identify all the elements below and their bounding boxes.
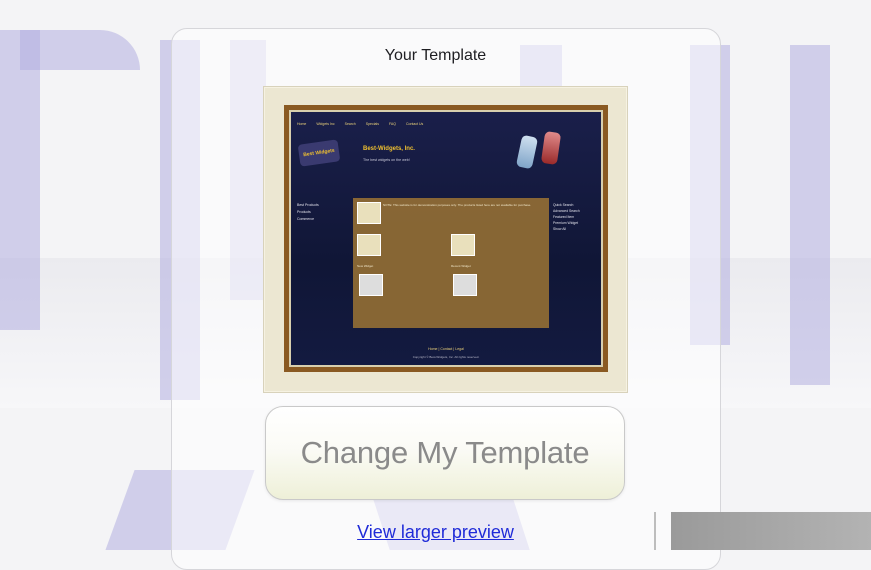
preview-product-label: New Widget xyxy=(357,264,374,268)
watermark-stroke xyxy=(790,45,830,385)
panel-title: Your Template xyxy=(384,47,487,64)
preview-left-link: Best Products xyxy=(297,203,319,207)
preview-left-link: Commerce xyxy=(297,217,315,221)
preview-thumbnail xyxy=(359,274,383,296)
divider xyxy=(654,512,656,550)
preview-nav-item: Search xyxy=(344,122,356,126)
preview-left-column: Best Products Products Commerce xyxy=(297,202,319,223)
template-preview: Home Widgets Inc Search Specials FAQ Con… xyxy=(284,105,608,372)
preview-product-label: Recent Widget xyxy=(451,264,471,268)
preview-nav-item: Specials xyxy=(365,122,379,126)
preview-thumbnail xyxy=(357,234,381,256)
preview-notice: NOTE: This website is for demonstration … xyxy=(383,203,532,207)
phone-image xyxy=(540,131,562,165)
change-template-button[interactable]: Change My Template xyxy=(265,406,625,500)
preview-thumbnail xyxy=(451,234,475,256)
preview-site: Home Widgets Inc Search Specials FAQ Con… xyxy=(289,110,603,367)
change-template-label: Change My Template xyxy=(300,435,590,470)
preview-site-subtitle: The best widgets on the web! xyxy=(363,158,410,162)
preview-thumbnail xyxy=(357,202,381,224)
preview-footer-links: Home | Contact | Legal xyxy=(428,347,464,351)
preview-copyright: Copyright © Best-Widgets, Inc. All right… xyxy=(412,355,480,359)
preview-logo: Best Widgets xyxy=(297,139,341,167)
preview-site-title: Best-Widgets, Inc. xyxy=(363,146,415,152)
preview-nav-item: Contact Us xyxy=(405,122,424,126)
preview-nav-item: Widgets Inc xyxy=(316,122,335,126)
grey-panel xyxy=(671,512,871,550)
preview-nav: Home Widgets Inc Search Specials FAQ Con… xyxy=(297,122,423,126)
preview-nav-item: FAQ xyxy=(388,122,396,126)
watermark-stroke xyxy=(0,30,40,330)
preview-right-item: Show All xyxy=(553,227,567,231)
preview-left-link: Products xyxy=(297,210,311,214)
preview-nav-item: Home xyxy=(297,122,307,126)
view-larger-preview-link[interactable]: View larger preview xyxy=(357,522,514,542)
preview-right-column: Quick Search Advanced Search Featured It… xyxy=(553,202,599,232)
template-preview-frame[interactable]: Home Widgets Inc Search Specials FAQ Con… xyxy=(263,86,628,393)
preview-thumbnail xyxy=(453,274,477,296)
preview-content: NOTE: This website is for demonstration … xyxy=(353,198,549,328)
phone-image xyxy=(515,134,539,170)
